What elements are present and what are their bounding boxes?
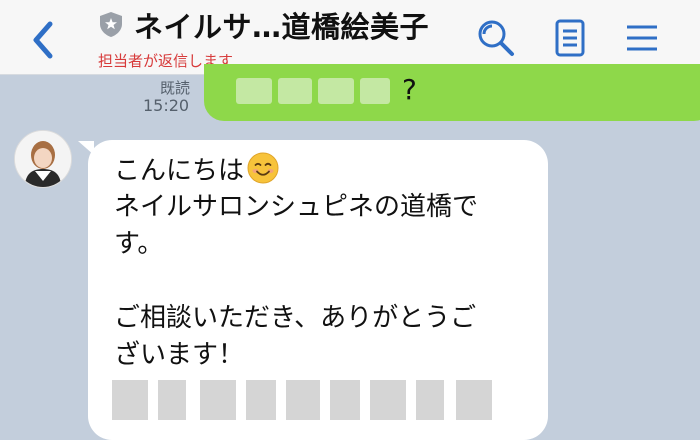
outgoing-message-text: ? — [402, 73, 417, 106]
back-chevron-icon[interactable] — [24, 18, 64, 62]
blurred-text — [370, 380, 406, 420]
blurred-text — [200, 380, 236, 420]
blurred-text — [416, 380, 444, 420]
chat-title: ネイルサ…道橋絵美子 — [134, 10, 430, 44]
blurred-text — [286, 380, 320, 420]
message-line — [114, 263, 524, 300]
shield-icon — [100, 12, 122, 37]
blurred-text — [236, 78, 272, 104]
message-line: ご相談いただき、ありがとうご — [114, 303, 477, 333]
message-line: ざいます！ — [114, 340, 245, 370]
person-avatar-icon — [15, 131, 71, 187]
avatar[interactable] — [14, 130, 72, 188]
message-line-text: こんにちは — [114, 156, 245, 186]
message-line: す。 — [114, 229, 164, 259]
blurred-text — [360, 78, 390, 104]
read-receipt: 既読 — [160, 79, 191, 97]
outgoing-message-bubble[interactable] — [204, 64, 700, 121]
search-icon[interactable] — [474, 16, 518, 60]
notes-icon[interactable] — [548, 16, 592, 60]
message-line: ネイルサロンシュピネの道橋で — [114, 192, 479, 222]
blurred-text — [112, 380, 148, 420]
blurred-text — [330, 380, 360, 420]
blurred-text — [456, 380, 492, 420]
message-time: 15:20 — [143, 96, 190, 115]
incoming-message-text: こんにちは ネイルサロンシュピネの道橋で す。 ご相談いただき、ありがとうご ざ… — [114, 152, 524, 374]
blurred-text — [246, 380, 276, 420]
blurred-text — [158, 380, 186, 420]
smiling-face-emoji-icon — [247, 152, 279, 184]
blurred-text — [318, 78, 354, 104]
message-line: こんにちは — [114, 152, 524, 189]
menu-icon[interactable] — [620, 16, 664, 60]
blurred-text — [278, 78, 312, 104]
